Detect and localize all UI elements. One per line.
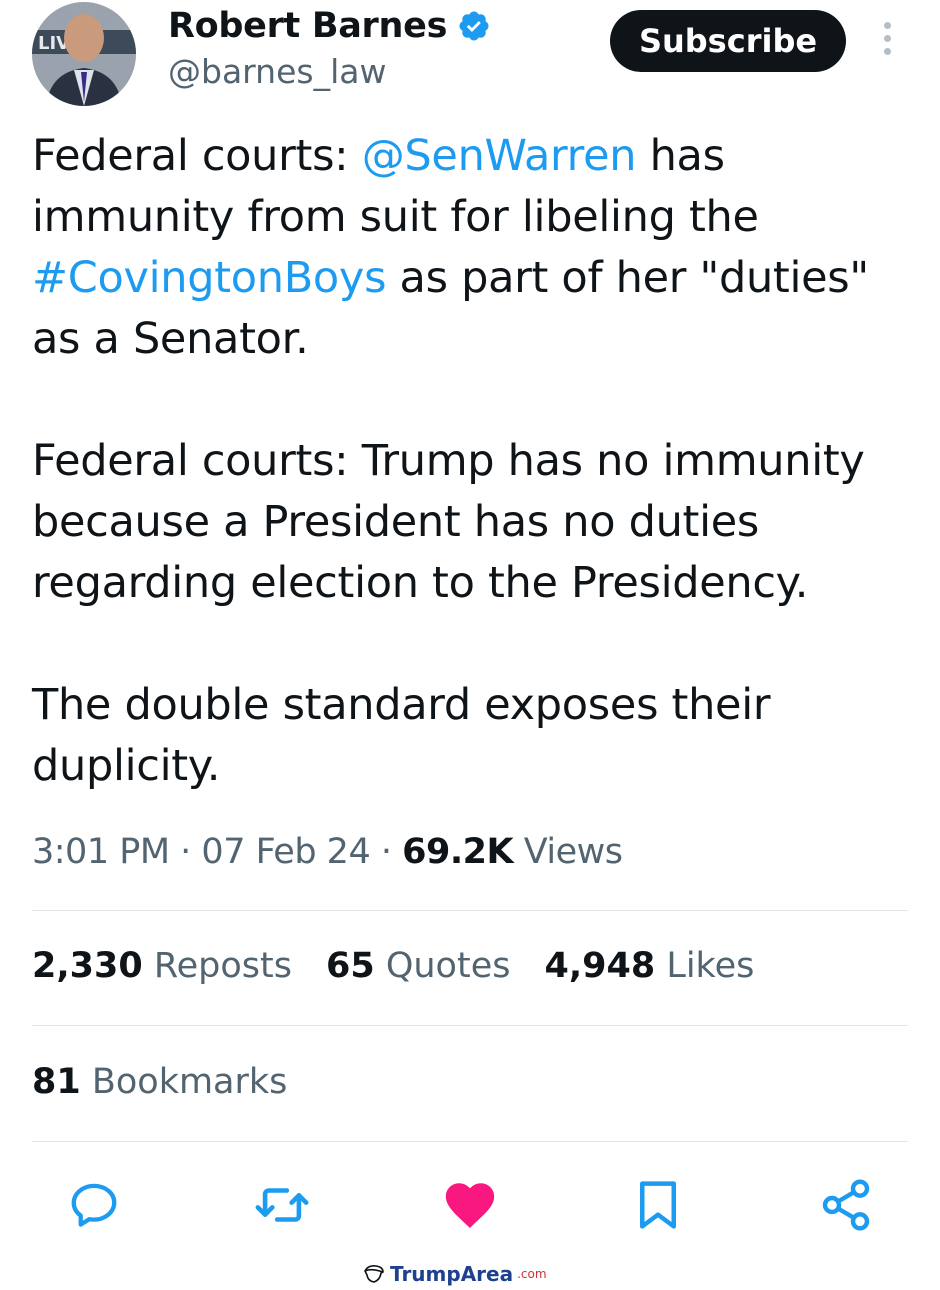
watermark-brand: TrumpArea — [390, 1262, 514, 1286]
bookmarks-stat[interactable]: 81 Bookmarks — [32, 1062, 287, 1102]
subscribe-button[interactable]: Subscribe — [610, 10, 846, 72]
action-bar — [32, 1172, 908, 1238]
trump-head-icon — [364, 1265, 384, 1283]
likes-stat[interactable]: 4,948 Likes — [544, 946, 754, 986]
tweet-paragraph-3: The double standard exposes their duplic… — [32, 680, 771, 791]
watermark-suffix: .com — [517, 1267, 547, 1281]
bookmark-button[interactable] — [628, 1172, 688, 1238]
tweet-text: Federal courts: @SenWarren has immunity … — [32, 126, 912, 797]
divider — [32, 1025, 908, 1026]
avatar[interactable]: LIVE — [32, 2, 136, 106]
verified-badge-icon — [459, 11, 489, 41]
share-icon — [822, 1179, 870, 1231]
watermark: TrumpArea .com — [362, 1262, 547, 1286]
speech-bubble-icon — [71, 1183, 117, 1227]
mention-link[interactable]: @SenWarren — [362, 131, 637, 181]
like-button[interactable] — [440, 1172, 500, 1238]
reply-button[interactable] — [64, 1172, 124, 1238]
avatar-image: LIVE — [32, 2, 136, 106]
quotes-stat[interactable]: 65 Quotes — [326, 946, 511, 986]
divider — [32, 910, 908, 911]
tweet-paragraph-2: Federal courts: Trump has no immunity be… — [32, 436, 865, 608]
engagement-stats: 2,330 Reposts 65 Quotes 4,948 Likes — [32, 946, 754, 986]
tweet-paragraph-1: Federal courts: @SenWarren has immunity … — [32, 131, 869, 364]
divider — [32, 1141, 908, 1142]
share-button[interactable] — [816, 1172, 876, 1238]
display-name[interactable]: Robert Barnes — [168, 6, 447, 46]
bookmark-icon — [640, 1181, 676, 1229]
tweet-meta: 3:01 PM · 07 Feb 24 · 69.2K Views — [32, 832, 623, 872]
handle[interactable]: @barnes_law — [168, 52, 491, 91]
heart-icon — [445, 1183, 495, 1228]
repost-button[interactable] — [252, 1172, 312, 1238]
tweet-header: LIVE Robert Barnes @barnes_law Subscribe — [32, 0, 912, 110]
tweet-date[interactable]: 07 Feb 24 — [201, 832, 370, 872]
author-names: Robert Barnes @barnes_law — [168, 4, 491, 91]
hashtag-link[interactable]: #CovingtonBoys — [32, 253, 386, 303]
reposts-stat[interactable]: 2,330 Reposts — [32, 946, 292, 986]
views-label: Views — [513, 832, 623, 872]
tweet-time[interactable]: 3:01 PM — [32, 832, 170, 872]
repost-arrows-icon — [255, 1188, 309, 1222]
more-options-icon[interactable] — [880, 22, 894, 62]
views-count: 69.2K — [402, 832, 514, 872]
